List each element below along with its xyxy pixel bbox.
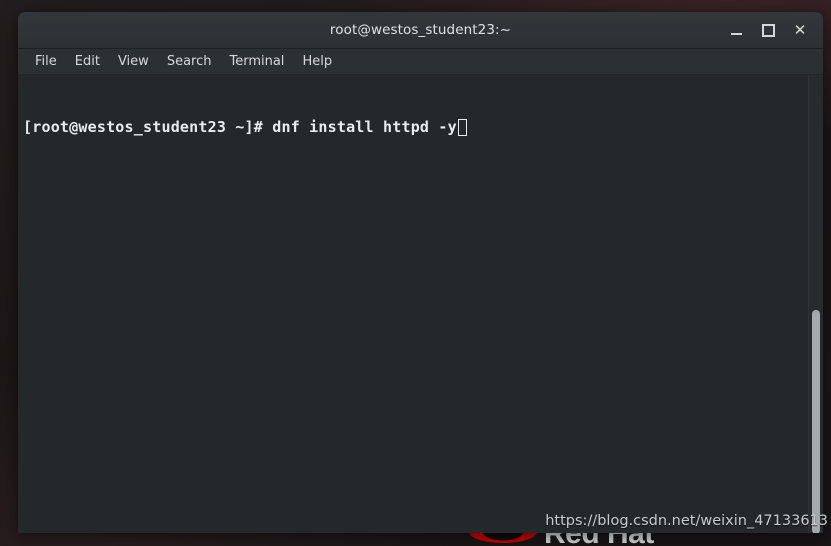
scrollbar-thumb[interactable] bbox=[812, 310, 820, 533]
vertical-scrollbar[interactable] bbox=[808, 75, 823, 533]
terminal-text: [root@westos_student23 ~]# dnf install h… bbox=[23, 77, 797, 177]
maximize-icon bbox=[761, 23, 775, 37]
menu-item-edit[interactable]: Edit bbox=[66, 52, 109, 71]
close-button[interactable]: ✕ bbox=[785, 15, 815, 45]
window-controls: ✕ bbox=[721, 12, 815, 48]
terminal-line: [root@westos_student23 ~]# dnf install h… bbox=[23, 117, 797, 137]
title-bar[interactable]: root@westos_student23:~ ✕ bbox=[18, 12, 823, 49]
close-icon: ✕ bbox=[793, 21, 807, 39]
window-title: root@westos_student23:~ bbox=[329, 22, 512, 38]
menu-item-file[interactable]: File bbox=[26, 52, 66, 71]
maximize-button[interactable] bbox=[753, 15, 783, 45]
menu-item-terminal[interactable]: Terminal bbox=[220, 52, 293, 71]
minimize-icon bbox=[730, 33, 742, 35]
menu-bar: File Edit View Search Terminal Help bbox=[18, 49, 823, 75]
shell-prompt-and-command: [root@westos_student23 ~]# dnf install h… bbox=[23, 118, 457, 136]
menu-item-search[interactable]: Search bbox=[158, 52, 221, 71]
menu-item-help[interactable]: Help bbox=[293, 52, 341, 71]
minimize-button[interactable] bbox=[721, 15, 751, 45]
text-cursor bbox=[457, 118, 467, 136]
terminal-window[interactable]: root@westos_student23:~ ✕ File Edit View… bbox=[18, 12, 823, 533]
terminal-output-area[interactable]: [root@westos_student23 ~]# dnf install h… bbox=[18, 75, 823, 533]
desktop-background: Red Hat root@westos_student23:~ ✕ File E… bbox=[0, 0, 831, 546]
menu-item-view[interactable]: View bbox=[109, 52, 158, 71]
